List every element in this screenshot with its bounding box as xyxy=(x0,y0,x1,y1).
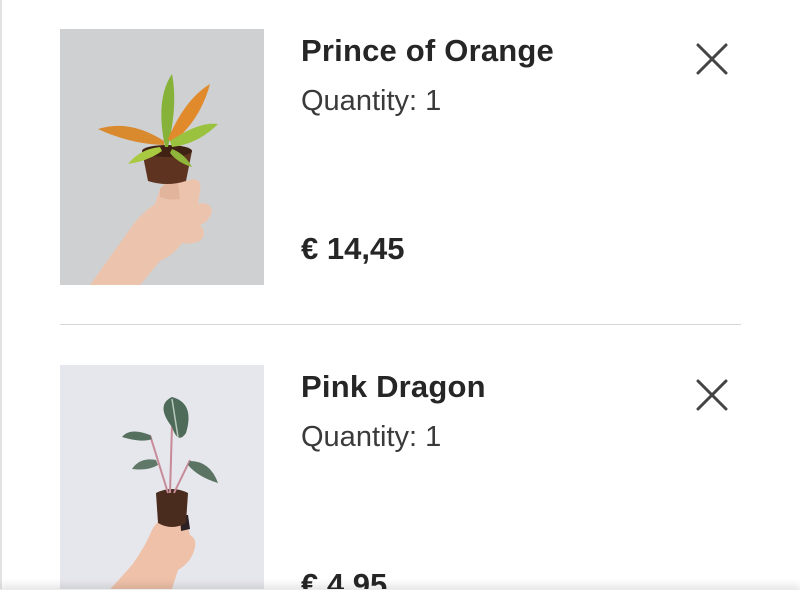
close-icon xyxy=(696,43,728,75)
plant-photo-icon xyxy=(60,29,264,285)
remove-item-button[interactable] xyxy=(692,375,732,415)
product-name[interactable]: Prince of Orange xyxy=(301,33,554,69)
remove-item-button[interactable] xyxy=(692,39,732,79)
product-image-pink-dragon[interactable] xyxy=(60,365,264,595)
close-icon xyxy=(696,379,728,411)
panel-edge xyxy=(0,0,2,611)
plant-photo-icon xyxy=(60,365,264,595)
product-quantity: Quantity: 1 xyxy=(301,421,442,453)
product-image-prince-of-orange[interactable] xyxy=(60,29,264,285)
item-divider xyxy=(60,324,741,325)
product-price: € 14,45 xyxy=(301,231,405,266)
cart-screen: Prince of Orange Quantity: 1 € 14,45 Pin… xyxy=(0,0,800,611)
product-quantity: Quantity: 1 xyxy=(301,85,442,117)
product-name[interactable]: Pink Dragon xyxy=(301,369,486,405)
bottom-checkout-bar xyxy=(0,589,800,611)
